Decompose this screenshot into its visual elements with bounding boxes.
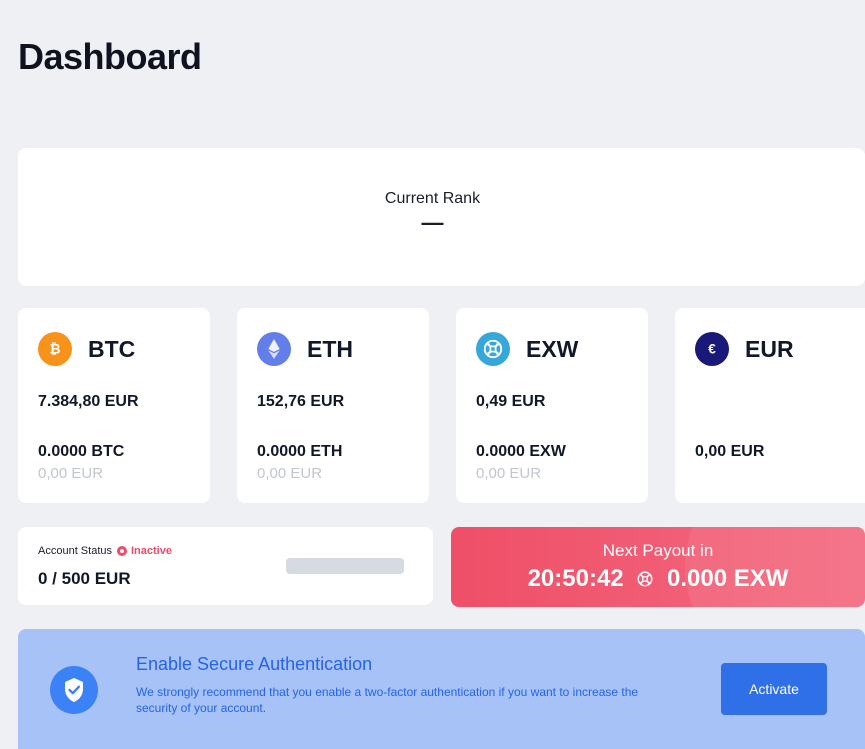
coin-price: 7.384,80 EUR bbox=[38, 393, 139, 410]
account-status-amount: 0 / 500 EUR bbox=[38, 569, 131, 588]
account-status-row: Account Status Inactive bbox=[38, 545, 172, 557]
coin-balance: 0,00 EUR bbox=[695, 443, 765, 460]
coin-symbol: EXW bbox=[526, 335, 579, 362]
shield-check-icon bbox=[50, 666, 98, 714]
coin-symbol: EUR bbox=[745, 335, 794, 362]
svg-text:₿: ₿ bbox=[49, 342, 60, 357]
payout-countdown: 20:50:42 bbox=[527, 565, 624, 592]
coin-symbol: ETH bbox=[307, 335, 353, 362]
next-payout-card: Next Payout in 20:50:42 0.000 EXW bbox=[451, 527, 865, 607]
exw-icon bbox=[636, 567, 654, 595]
payout-amount: 0.000 EXW bbox=[667, 565, 789, 592]
coin-card-exw: EXW 0,49 EUR 0.0000 EXW 0,00 EUR bbox=[456, 308, 648, 503]
ethereum-icon bbox=[257, 332, 291, 366]
bitcoin-icon: ₿ bbox=[38, 332, 72, 366]
account-status-label: Account Status bbox=[38, 545, 112, 557]
svg-text:€: € bbox=[708, 342, 716, 357]
coin-balance: 0.0000 EXW bbox=[476, 443, 566, 460]
coin-fiat-balance: 0,00 EUR bbox=[38, 465, 104, 482]
coin-fiat-balance: 0,00 EUR bbox=[257, 465, 323, 482]
euro-icon: € bbox=[695, 332, 729, 366]
coin-price: 152,76 EUR bbox=[257, 393, 345, 410]
activate-button[interactable]: Activate bbox=[721, 663, 827, 715]
current-rank-value: — bbox=[421, 210, 444, 235]
account-status-value: Inactive bbox=[131, 545, 172, 557]
coin-card-eth: ETH 152,76 EUR 0.0000 ETH 0,00 EUR bbox=[237, 308, 429, 503]
page-title: Dashboard bbox=[18, 36, 202, 77]
coin-balance: 0.0000 BTC bbox=[38, 443, 125, 460]
coin-card-btc: ₿ BTC 7.384,80 EUR 0.0000 BTC 0,00 EUR bbox=[18, 308, 210, 503]
current-rank-label: Current Rank bbox=[384, 190, 481, 207]
coin-fiat-balance: 0,00 EUR bbox=[476, 465, 542, 482]
secure-authentication-title: Enable Secure Authentication bbox=[136, 654, 373, 674]
exw-icon bbox=[476, 332, 510, 366]
secure-authentication-description: We strongly recommend that you enable a … bbox=[136, 685, 639, 715]
next-payout-value: 20:50:42 0.000 EXW bbox=[451, 565, 865, 595]
coin-symbol: BTC bbox=[88, 335, 136, 362]
next-payout-label: Next Payout in bbox=[602, 541, 714, 560]
coin-price: 0,49 EUR bbox=[476, 393, 546, 410]
coin-card-eur: € EUR 0,00 EUR bbox=[675, 308, 865, 503]
inactive-icon bbox=[117, 546, 127, 556]
account-progress-bar bbox=[286, 558, 404, 574]
coin-balance: 0.0000 ETH bbox=[257, 443, 343, 460]
